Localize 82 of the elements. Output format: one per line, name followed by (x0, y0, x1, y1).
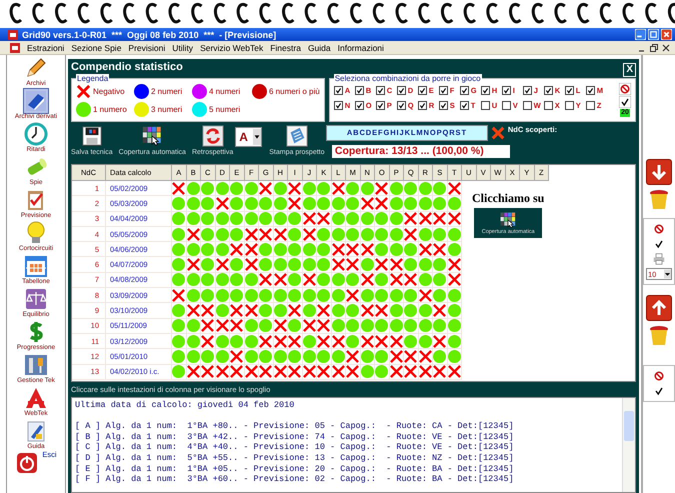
checkbox[interactable] (564, 86, 574, 95)
checkbox[interactable] (334, 86, 343, 95)
refresh-icon (202, 125, 224, 147)
legend-label: 2 numeri (151, 87, 182, 96)
report-line: [ D ] Alg. da 1 num: 5°BA +55.. - Previsione: 13 - Capog.: - Ruote: NZ - Det:[12345] (75, 452, 515, 464)
checkbox[interactable] (522, 101, 532, 110)
checkbox[interactable] (480, 86, 490, 95)
checkbox[interactable] (480, 101, 490, 110)
grid-cursor-icon (499, 211, 518, 229)
check-icon[interactable] (653, 238, 665, 250)
panel-title: Compendio statistico (71, 60, 183, 72)
report-line: [ A ] Alg. da 1 num: 1°BA +80.. - Previsione: 05 - Capog.: - Ruote: CA - Det:[12345] (75, 421, 515, 432)
menu-item[interactable]: Utility (172, 42, 194, 52)
callout-text: Clicchiamo su (472, 191, 544, 206)
checkbox[interactable] (586, 101, 595, 110)
menu-item[interactable]: Servizio WebTek (200, 42, 264, 52)
close-icon[interactable] (661, 42, 671, 52)
dropdown-icon (664, 269, 671, 279)
cross-icon (490, 126, 505, 140)
report-line: Ultima data di calcolo: giovedì 04 feb 2010 (75, 400, 296, 411)
checkbox[interactable] (438, 101, 448, 110)
checkbox[interactable] (502, 101, 511, 110)
checkbox[interactable] (502, 86, 511, 95)
report-line: [ E ] Alg. da 1 num: 1°BA +05.. - Previsione: 20 - Capog.: - Ruote: BA - Det:[12345] (75, 464, 515, 474)
scrollbar[interactable] (622, 398, 635, 492)
legend-label: 6 numeri o più (269, 87, 320, 96)
checkbox[interactable] (418, 101, 427, 110)
deselect-icon[interactable] (619, 83, 631, 95)
checkbox[interactable] (564, 101, 574, 110)
checkbox[interactable] (354, 86, 364, 95)
legend-title: Legenda (76, 74, 110, 83)
legend-label: 3 numeri (151, 105, 182, 114)
legend-label: 1 numero (93, 105, 127, 114)
coverage-field: Copertura: 13/13 ... (100,00 %) (332, 145, 510, 158)
legend-label: 4 numeri (209, 87, 240, 96)
document-icon (286, 125, 308, 147)
down-arrow-button[interactable] (646, 159, 672, 185)
combination-title: Seleziona combinazioni da porre in gioco (334, 74, 482, 83)
checkbox[interactable] (376, 101, 385, 110)
deselect-icon[interactable] (653, 223, 665, 235)
document-icon[interactable] (10, 42, 20, 52)
menu-item[interactable]: Guida (308, 42, 331, 52)
cup-icon[interactable] (649, 189, 669, 211)
report-line: [ F ] Alg. da 1 num: 3°BA +60.. - Previsione: 02 - Capog.: - Ruote: BA - Det:[12345] (75, 474, 515, 485)
legend-label: 5 numeri (209, 105, 240, 114)
checkbox[interactable] (418, 86, 427, 95)
checkbox[interactable] (396, 86, 406, 95)
deselect-icon[interactable] (653, 370, 665, 382)
menu-item[interactable]: Finestra (270, 42, 301, 52)
checkbox[interactable] (334, 101, 343, 110)
legend-label: Negativo (93, 87, 125, 96)
cup-icon[interactable] (649, 325, 669, 347)
window-title: Grid90 vers.1-0-R01 *** Oggi 08 feb 2010 *** - [Previsione] (22, 30, 276, 40)
arrow-up-icon (649, 298, 669, 318)
grid-cursor-icon (141, 125, 164, 147)
checkbox[interactable] (544, 101, 553, 110)
floppy-icon (80, 125, 103, 147)
restore-icon[interactable] (649, 42, 659, 52)
checkbox[interactable] (376, 86, 385, 95)
checkbox[interactable] (438, 86, 448, 95)
report-line: [ C ] Alg. da 1 num: 4°BA +40.. - Previsione: 10 - Capog.: - Ruote: VE - Det:[12345] (75, 442, 515, 453)
checkbox[interactable] (396, 101, 406, 110)
maximize-icon[interactable] (648, 29, 659, 40)
check-icon[interactable] (619, 96, 631, 108)
menu-item[interactable]: Previsioni (128, 42, 166, 52)
arrow-down-icon (649, 162, 669, 182)
checkbox[interactable] (586, 86, 595, 95)
menu-item[interactable]: Informazioni (338, 42, 384, 52)
checkbox[interactable] (460, 101, 469, 110)
dropdown-icon (252, 129, 261, 145)
letter-select[interactable]: A (235, 127, 262, 147)
checkbox[interactable] (354, 101, 364, 110)
checkbox[interactable] (544, 86, 553, 95)
menu-item[interactable]: Estrazioni (27, 42, 64, 52)
checkbox[interactable] (460, 86, 469, 95)
report-line: [ B ] Alg. da 1 num: 3°BA +42.. - Previsione: 74 - Capog.: - Ruote: VE - Det:[12345] (75, 432, 515, 442)
close-button[interactable]: X (623, 62, 636, 76)
menu-item[interactable]: Sezione Spie (71, 42, 122, 52)
up-arrow-button[interactable] (646, 295, 672, 321)
checkbox[interactable] (522, 86, 532, 95)
check-icon[interactable] (653, 385, 665, 397)
app-icon (8, 30, 18, 40)
